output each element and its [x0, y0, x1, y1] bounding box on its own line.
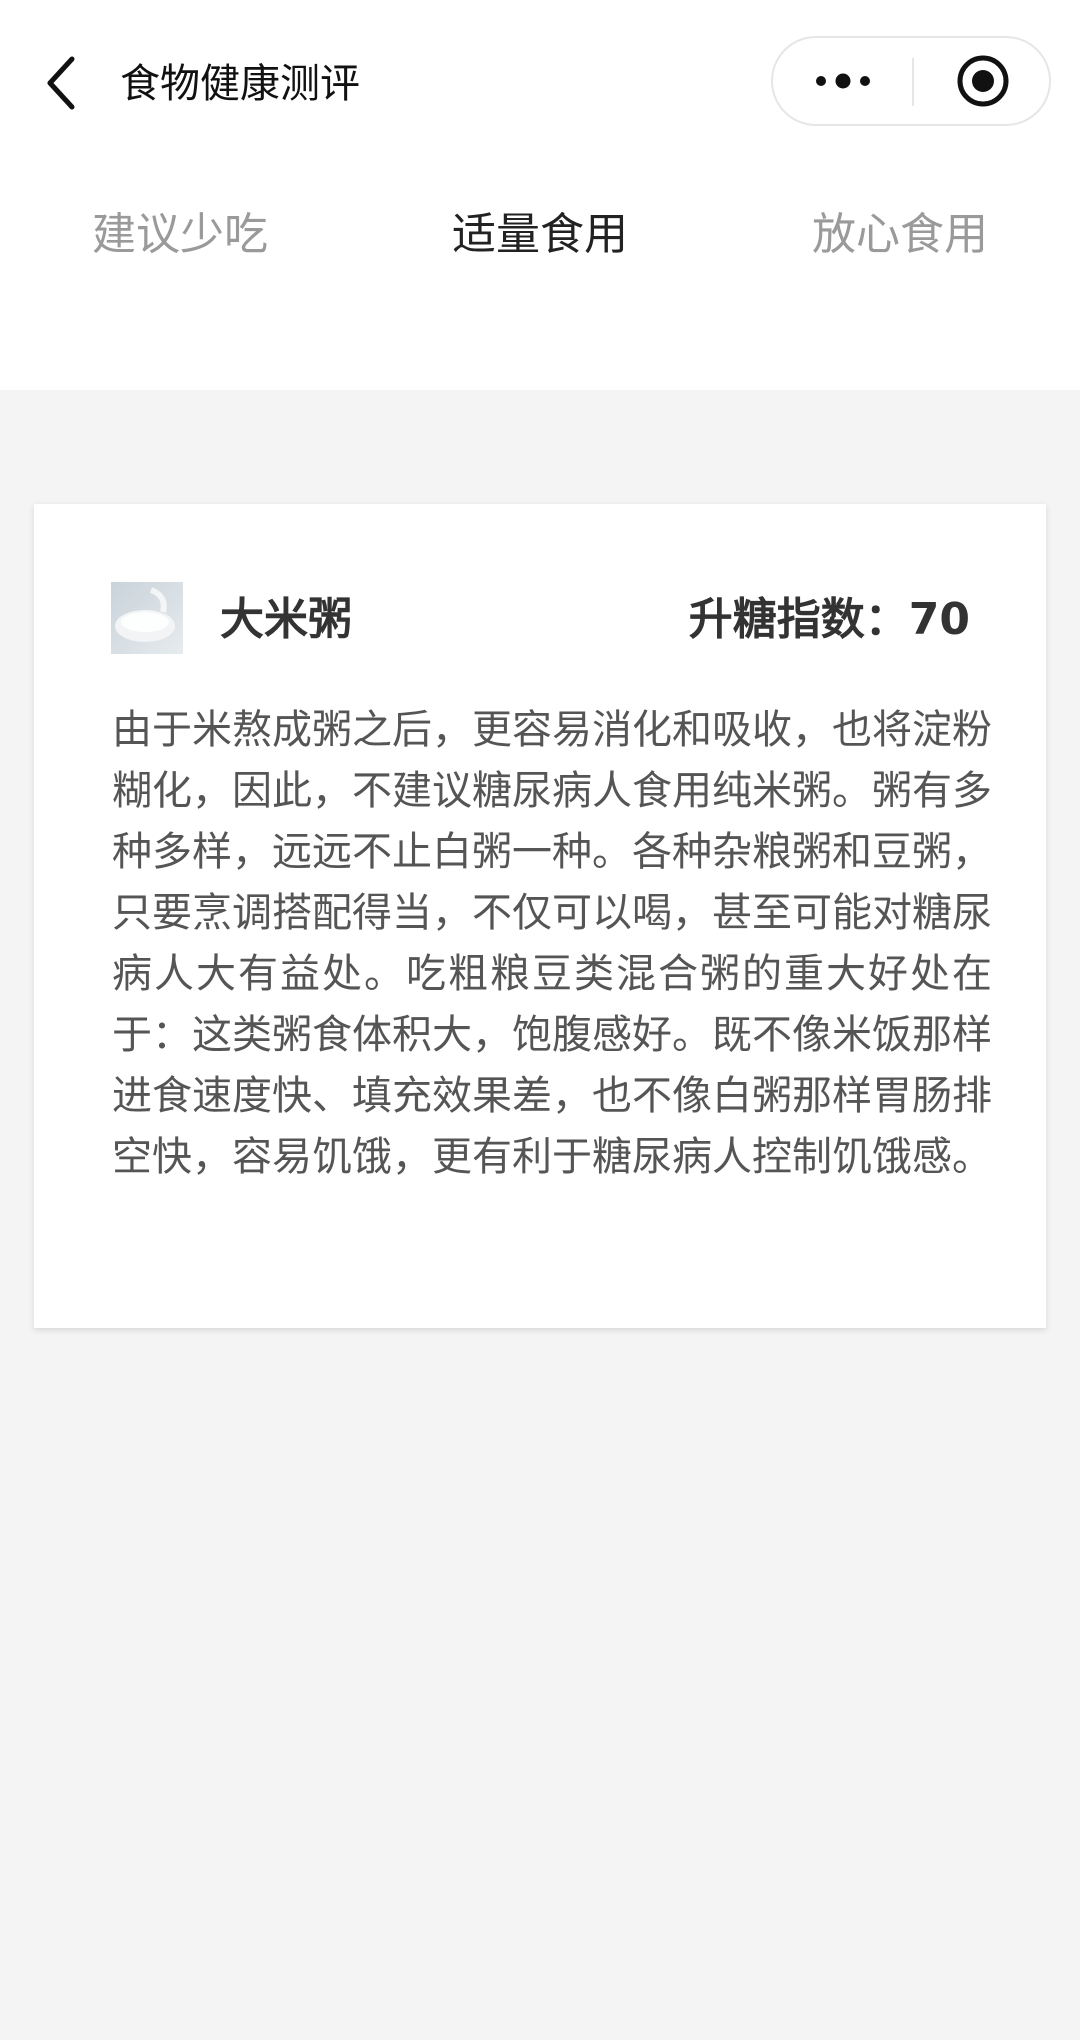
page-title: 食物健康测评 — [120, 61, 360, 107]
target-circle-icon — [957, 55, 1008, 107]
food-description: 由于米熬成粥之后，更容易消化和吸收，也将淀粉糊化，因此，不建议糖尿病人食用纯米粥… — [112, 707, 992, 1180]
header: 食物健康测评 建议少吃 适量食用 放心食用 — [0, 0, 1080, 390]
chevron-left-icon — [47, 56, 75, 110]
tab-moderate[interactable]: 适量食用 — [360, 200, 720, 270]
food-thumbnail — [111, 582, 183, 654]
more-button[interactable] — [773, 38, 912, 124]
tab-suggest-less[interactable]: 建议少吃 — [0, 200, 360, 270]
navigation-bar: 食物健康测评 — [0, 0, 1080, 165]
glycemic-index: 升糖指数：70 — [688, 594, 970, 645]
tab-safe[interactable]: 放心食用 — [720, 200, 1080, 270]
category-tabs: 建议少吃 适量食用 放心食用 — [0, 200, 1080, 270]
close-button[interactable] — [914, 38, 1051, 124]
mini-program-capsule — [771, 36, 1051, 126]
back-button[interactable] — [30, 45, 90, 121]
food-card[interactable]: 大米粥 升糖指数：70 由于米熬成粥之后，更容易消化和吸收，也将淀粉糊化，因此，… — [34, 504, 1046, 1328]
more-dots-icon — [815, 73, 870, 89]
food-name: 大米粥 — [220, 594, 352, 645]
